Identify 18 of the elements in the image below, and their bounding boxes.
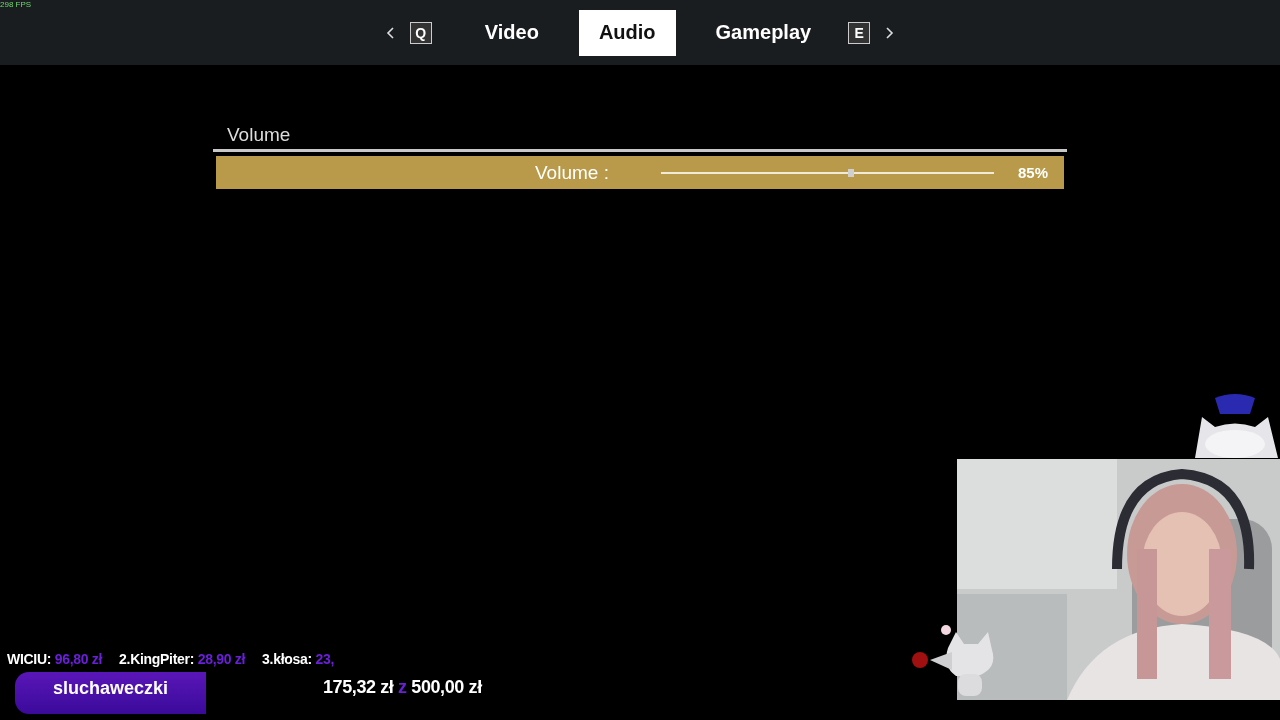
tab[interactable]: Video <box>464 9 559 56</box>
key-hint: Q <box>409 21 432 44</box>
section-title: Volume <box>226 123 292 147</box>
slider-thumb[interactable] <box>847 168 854 177</box>
setting-label: Volume : <box>535 161 610 184</box>
volume-slider[interactable] <box>661 167 994 178</box>
fps-counter: 298 FPS <box>0 0 32 9</box>
goal-amount-text: 175,32 zł z 500,00 zł <box>323 677 482 698</box>
tab[interactable]: Audio <box>578 9 676 56</box>
slider-value: 85% <box>1018 164 1049 181</box>
donor-entry: 3.kłosa: 23, <box>262 651 334 667</box>
chevron-left-icon[interactable] <box>385 24 396 41</box>
donor-entry: WICIU: 96,80 zł <box>7 651 103 667</box>
tab[interactable]: Gameplay <box>695 9 832 56</box>
goal-banner: sluchaweczki <box>15 672 206 714</box>
key-hint: E <box>848 21 871 44</box>
donor-entry: 2.KingPiter: 28,90 zł <box>119 651 246 667</box>
chevron-right-icon[interactable] <box>884 24 895 41</box>
